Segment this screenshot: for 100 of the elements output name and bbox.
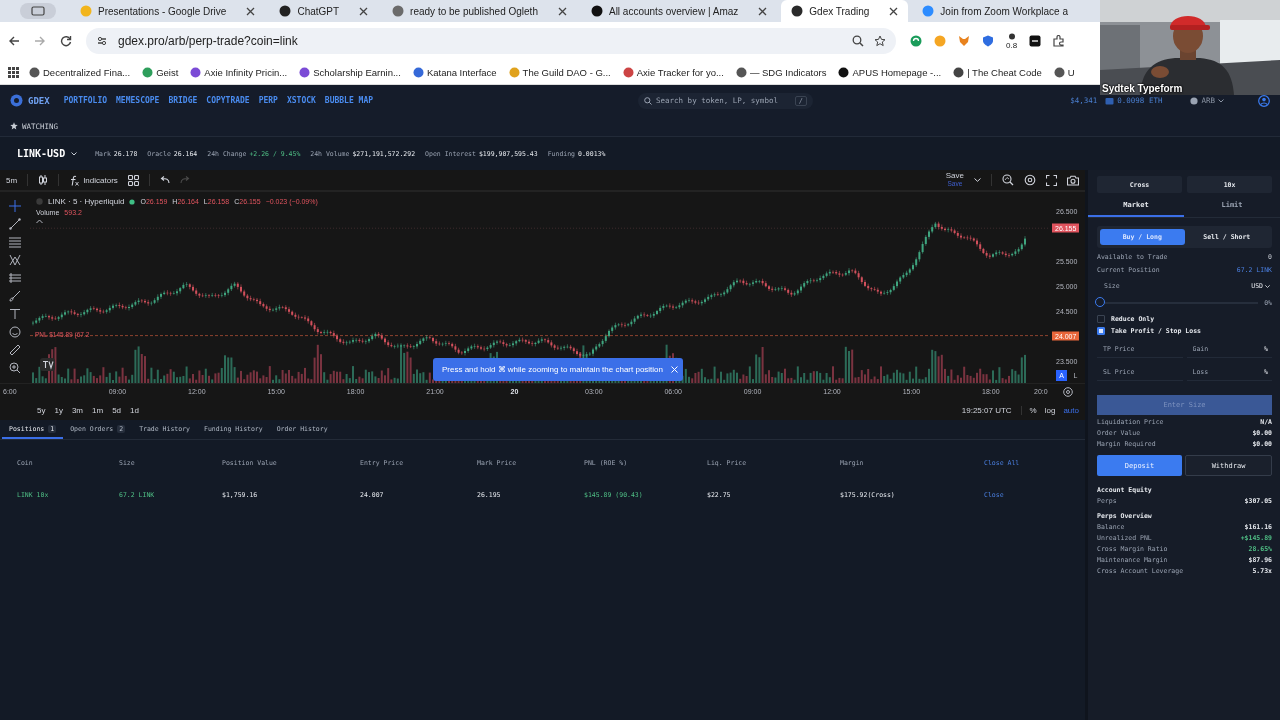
pattern-icon[interactable] — [9, 254, 21, 266]
browser-tab[interactable]: Join from Zoom Workplace a — [912, 0, 1092, 22]
zoom-icon[interactable] — [852, 35, 864, 47]
browser-tab[interactable]: All accounts overview | Amaz — [580, 0, 778, 22]
bookmark-icon — [622, 66, 634, 78]
reload-icon[interactable] — [60, 35, 72, 47]
caret-icon[interactable] — [974, 178, 981, 182]
range-button[interactable]: 3m — [71, 405, 84, 415]
bookmark-icon — [299, 66, 311, 78]
search-icon — [644, 96, 652, 105]
browser-tab[interactable]: ready to be published Ogleth — [382, 0, 577, 22]
close-icon[interactable] — [246, 6, 256, 16]
nav-link[interactable]: PORTFOLIO — [63, 96, 108, 105]
brush-icon[interactable] — [9, 290, 21, 302]
undo-icon[interactable] — [159, 176, 170, 184]
favicon-icon — [590, 5, 603, 17]
nav-link[interactable]: COPYTRADE — [206, 96, 250, 105]
caret-icon — [1265, 284, 1270, 288]
nav-link[interactable]: XSTOCK — [286, 96, 316, 105]
extension-icon[interactable] — [1029, 35, 1042, 47]
trend-line-icon[interactable] — [9, 218, 21, 230]
layouts-icon[interactable] — [127, 174, 139, 186]
slider-thumb[interactable] — [1095, 297, 1105, 307]
network-icon — [1190, 96, 1199, 105]
bookmark-icon — [190, 66, 202, 78]
bookmark[interactable]: Katana Interface — [410, 66, 499, 78]
bookmark[interactable]: Axie Tracker for yo... — [620, 66, 726, 78]
bookmark[interactable]: APUS Homepage -... — [836, 66, 944, 78]
bookmark[interactable]: Geist — [140, 66, 181, 78]
bookmark[interactable]: | The Cheat Code — [951, 66, 1044, 78]
range-button[interactable]: 1y — [54, 405, 63, 415]
wallet-icon — [1105, 96, 1115, 105]
chart-title: LINK · 5 · Hyperliquid — [48, 197, 125, 206]
symbol-selector[interactable]: LINK-USD — [17, 148, 78, 159]
star-icon[interactable] — [10, 122, 18, 130]
close-icon[interactable] — [758, 6, 768, 16]
back-icon[interactable] — [8, 35, 20, 47]
ruler-icon[interactable] — [9, 344, 21, 356]
fox-icon[interactable] — [958, 35, 970, 47]
caret-icon — [1218, 98, 1224, 103]
site-settings-icon[interactable] — [96, 35, 108, 47]
collapse-icon[interactable] — [36, 219, 43, 224]
settings-icon[interactable] — [1024, 174, 1036, 186]
bookmark[interactable]: — SDG Indicators — [733, 66, 829, 78]
participant-name: Sydtek Typeform — [1102, 83, 1183, 94]
address-bar[interactable]: gdex.pro/arb/perp-trade?coin=link — [86, 28, 896, 54]
caret-icon — [71, 151, 78, 156]
settings-icon[interactable] — [1063, 387, 1073, 397]
tab-group-icon[interactable] — [20, 3, 56, 19]
checkbox[interactable] — [1097, 327, 1105, 335]
range-button[interactable]: 5d — [112, 405, 122, 415]
text-icon[interactable] — [9, 308, 21, 320]
range-button[interactable]: 1d — [130, 405, 139, 415]
favicon-icon — [791, 5, 804, 17]
bookmark[interactable]: The Guild DAO - G... — [506, 66, 613, 78]
lines-icon[interactable] — [9, 236, 21, 248]
bookmark[interactable]: U — [1051, 66, 1077, 78]
candles-icon[interactable] — [38, 174, 49, 186]
status-dot-icon — [129, 198, 136, 205]
profile-icon[interactable] — [1258, 94, 1270, 107]
nav-link[interactable]: MEMESCOPE — [116, 96, 160, 105]
logo-icon[interactable] — [10, 94, 23, 107]
checkbox[interactable] — [1097, 315, 1105, 323]
favicon-icon — [279, 5, 292, 17]
axis-option[interactable]: auto — [1063, 405, 1079, 415]
range-button[interactable]: 1m — [92, 405, 104, 415]
favicon-icon — [80, 5, 92, 17]
puzzle-icon[interactable] — [1053, 35, 1066, 47]
apps-grid-icon[interactable] — [8, 66, 19, 78]
browser-tab[interactable]: Presentations - Google Drive — [70, 0, 266, 22]
extension-icon[interactable] — [1006, 32, 1017, 40]
nav-link[interactable]: BUBBLE MAP — [324, 96, 373, 105]
interval-button[interactable]: 5m — [6, 175, 18, 185]
bookmark[interactable]: Scholarship Earnin... — [297, 66, 403, 78]
fullscreen-icon[interactable] — [1046, 174, 1057, 186]
camera-icon[interactable] — [1067, 174, 1079, 186]
bookmark-icon — [142, 66, 154, 78]
zoom-search-icon[interactable] — [1002, 174, 1014, 186]
close-icon[interactable] — [557, 6, 567, 16]
emoji-icon[interactable] — [9, 326, 21, 338]
zoom-in-icon[interactable] — [9, 362, 21, 374]
nav-link[interactable]: PERP — [258, 96, 278, 105]
logo-icon — [40, 358, 55, 371]
fork-icon[interactable] — [9, 272, 21, 284]
nav-link[interactable]: BRIDGE — [168, 96, 198, 105]
close-icon[interactable] — [359, 6, 369, 16]
bookmark[interactable]: Decentralized Fina... — [27, 66, 133, 78]
bookmark-icon — [1053, 66, 1065, 78]
browser-tab[interactable]: ChatGPT — [269, 0, 379, 22]
axis-option[interactable]: log — [1044, 405, 1056, 415]
range-button[interactable]: 5y — [37, 405, 46, 415]
close-icon[interactable] — [889, 6, 899, 16]
bookmark-icon — [508, 66, 520, 78]
axis-option[interactable]: % — [1029, 405, 1037, 415]
star-icon[interactable] — [874, 35, 886, 47]
browser-tab[interactable]: Gdex Trading — [781, 0, 909, 22]
bookmark[interactable]: Axie Infinity Pricin... — [188, 66, 290, 78]
crosshair-icon[interactable] — [9, 200, 21, 212]
indicators-button[interactable]: Indicators — [69, 174, 118, 186]
shield-icon[interactable] — [982, 35, 994, 47]
